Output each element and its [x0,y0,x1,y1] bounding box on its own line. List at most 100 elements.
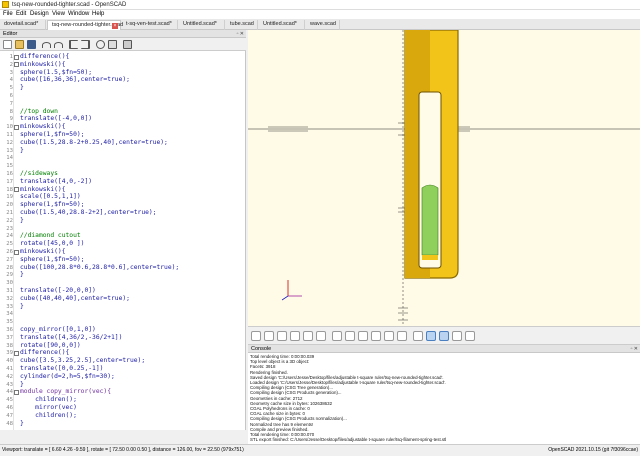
code-line: cube([40,40,40],center=true); [20,294,130,302]
code-editor[interactable]: 1 2 3 4 5 6 7 8 9 10 11 12 13 14 15 16 17 18 19 20 21 22 23 24 2… [0,51,246,430]
tab-wave[interactable]: wave.scad [306,20,340,30]
menu-help[interactable]: Help [92,11,104,18]
show-axes-button[interactable] [439,331,449,341]
3d-viewport[interactable] [248,30,640,326]
line-number: 30 [6,280,13,287]
show-scale-button[interactable] [465,331,475,341]
code-line: sphere(1,$fn=50); [20,255,85,263]
tab-tsq-new-rounded-tighter[interactable]: tsq-new-rounded-tighter.scad × [47,20,123,30]
diagonal-view-button[interactable] [413,331,423,341]
line-number: 46 [6,405,13,411]
menu-file[interactable]: File [3,11,13,18]
tab-t-sq-ven-test[interactable]: t-sq-ven-test.scad* [122,20,178,30]
editor-title: Editor [3,31,18,37]
viewport-render [248,30,640,326]
code-line: copy_mirror([0,1,0]) [20,326,96,333]
code-line: translate([4,0,-2]) [20,177,93,185]
line-number: 5 [9,85,13,92]
close-tab-icon[interactable]: × [112,23,118,29]
perspective-button[interactable] [426,331,436,341]
line-number: 9 [9,116,13,123]
dock-buttons[interactable]: ▫ ✕ [237,31,244,37]
tab-label: tube.scad [230,21,254,27]
tab-dovetail[interactable]: dovetail.scad* [0,20,46,30]
line-number: 18 [6,186,13,193]
back-view-button[interactable] [397,331,407,341]
front-view-button[interactable] [384,331,394,341]
fold-marker-icon[interactable] [14,249,19,255]
console-dock-buttons[interactable]: ▫ ✕ [631,346,638,352]
line-number-gutter: 1 2 3 4 5 6 7 8 9 10 11 12 13 14 15 16 17 18 19 20 21 22 23 24 2… [0,51,14,430]
fold-marker-icon[interactable] [14,62,19,68]
zoom-in-button[interactable] [303,331,313,341]
render-icon[interactable] [108,40,117,49]
right-view-button[interactable] [332,331,342,341]
code-line: cube([100,28.8*0.6,28.8*0.6],center=true… [20,263,180,271]
code-line: minkowski(){ [20,185,66,193]
code-line: sphere(1,$fn=50); [20,201,85,209]
preview-button[interactable] [251,331,261,341]
line-number: 29 [6,272,13,279]
tab-label: wave.scad [310,21,336,27]
fold-marker-icon[interactable] [14,350,19,356]
unindent-icon[interactable] [69,40,78,49]
console-panel-header: Console ▫ ✕ [248,345,640,353]
line-number: 28 [6,264,13,271]
zoom-out-button[interactable] [316,331,326,341]
view-all-button[interactable] [277,331,287,341]
top-view-button[interactable] [345,331,355,341]
menu-edit[interactable]: Edit [16,11,26,18]
indent-icon[interactable] [81,40,90,49]
line-number: 2 [9,61,13,68]
line-number: 19 [6,194,13,201]
code-line: cube([3.5,3.25,2.5],center=true); [20,357,146,365]
save-icon[interactable] [27,40,36,49]
tab-tube[interactable]: tube.scad [226,20,258,30]
status-bar: Viewport: translate = [ 6.60 4.26 -9.59 … [0,444,640,456]
line-number: 41 [6,366,13,372]
code-line: children(); [20,411,77,419]
fold-marker-icon[interactable] [14,54,19,60]
undo-icon[interactable] [42,42,51,48]
editor-panel-header: Editor ▫ ✕ [0,30,246,38]
export-stl-icon[interactable] [123,40,132,49]
line-number: 15 [6,163,13,170]
redo-icon[interactable] [54,42,63,48]
tab-label: Untitled.scad* [183,21,217,27]
line-number: 13 [6,147,13,154]
line-number: 12 [6,139,13,146]
reset-view-button[interactable] [290,331,300,341]
fold-marker-icon[interactable] [14,124,19,130]
open-file-icon[interactable] [15,40,24,49]
code-line: minkowski(){ [20,123,66,131]
viewport-status: Viewport: translate = [ 6.60 4.26 -9.59 … [2,447,244,453]
menu-window[interactable]: Window [68,11,89,18]
tab-untitled-1[interactable]: Untitled.scad* [179,20,225,30]
console-title: Console [251,346,272,352]
code-line: children(); [20,396,77,404]
line-number: 7 [9,100,13,107]
bottom-view-button[interactable] [358,331,368,341]
line-number: 35 [6,319,13,326]
menu-view[interactable]: View [52,11,65,18]
tab-untitled-2[interactable]: Untitled.scad* [259,20,305,30]
code-line: } [20,271,24,279]
code-line: cube([1.5,28.8-2+0.25,40],center=true); [20,138,168,146]
editor-toolbar [0,38,246,51]
line-number: 17 [6,178,13,185]
menu-design[interactable]: Design [30,11,49,18]
preview-icon[interactable] [96,40,105,49]
code-line: //top down [20,107,58,115]
code-line: //diamond cutout [20,232,81,240]
fold-marker-icon[interactable] [14,389,19,395]
line-number: 14 [6,155,13,162]
render-button[interactable] [264,331,274,341]
left-view-button[interactable] [371,331,381,341]
fold-marker-icon[interactable] [14,187,19,193]
console-output[interactable]: Total rendering time: 0:00:00.039 Top lev… [248,353,640,444]
show-edges-button[interactable] [452,331,462,341]
line-number: 11 [6,132,13,138]
window-title: tsq-new-rounded-tighter.scad - OpenSCAD [12,2,127,8]
line-number: 21 [6,210,13,216]
new-file-icon[interactable] [3,40,12,49]
